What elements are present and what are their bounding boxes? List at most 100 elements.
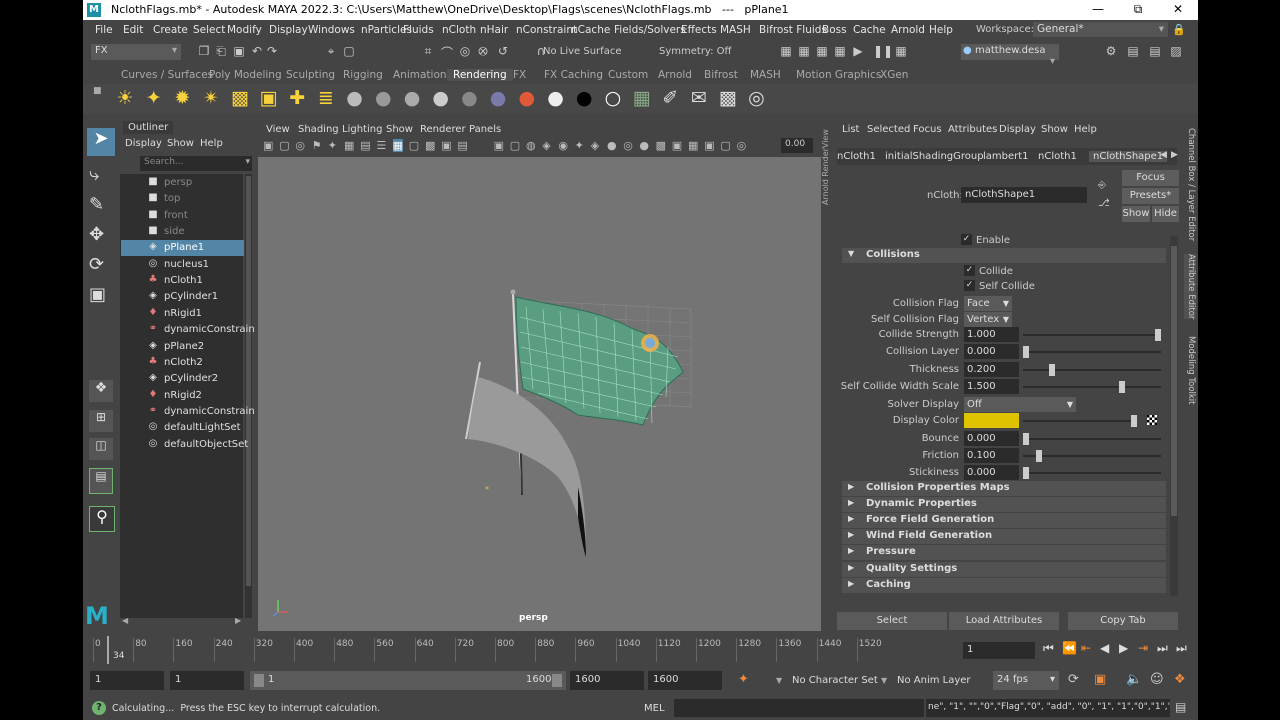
xray-joints-icon[interactable]: ▣ bbox=[704, 139, 714, 152]
focus-button[interactable]: Focus bbox=[1122, 170, 1179, 186]
tab-prev-icon[interactable]: ◀ bbox=[1160, 150, 1167, 160]
shelf-tab-bifrost[interactable]: Bifrost bbox=[704, 69, 738, 81]
mel-label[interactable]: MEL bbox=[644, 703, 665, 714]
outliner-item-nrigid1[interactable]: ♦ nRigid1 bbox=[121, 306, 244, 322]
shelf-tab-xgen[interactable]: XGen bbox=[880, 69, 908, 81]
symmetry-label[interactable]: Symmetry: Off bbox=[659, 46, 731, 57]
menu-display[interactable]: Display bbox=[269, 24, 308, 36]
camera-select-icon[interactable]: ▣ bbox=[263, 139, 273, 152]
enable-checkbox[interactable]: ✓ bbox=[961, 234, 972, 245]
snap-grid-icon[interactable]: ⌗ bbox=[420, 44, 436, 64]
outliner-menu-display[interactable]: Display bbox=[125, 138, 162, 149]
show-button[interactable]: Show bbox=[1122, 206, 1150, 222]
collide-strength-slider-knob[interactable] bbox=[1155, 329, 1161, 341]
display-color-slider-knob[interactable] bbox=[1131, 415, 1137, 427]
render-settings-icon[interactable]: ▦ bbox=[814, 44, 830, 64]
ae-menu-show[interactable]: Show bbox=[1041, 124, 1068, 135]
exposure-icon[interactable]: ◎ bbox=[737, 139, 747, 152]
shelf-tab-fx[interactable]: FX bbox=[513, 69, 526, 81]
outliner-item-ncloth1[interactable]: ♣ nCloth1 bbox=[121, 273, 244, 289]
arnold-render-icon[interactable]: ▶ bbox=[850, 44, 866, 64]
ae-tab-nclothshape1[interactable]: nClothShape1 bbox=[1089, 151, 1168, 162]
shelf-options-icon[interactable]: ■ bbox=[93, 86, 113, 106]
menu-ncloth[interactable]: nCloth bbox=[442, 24, 476, 36]
shelf-tab-poly-modeling[interactable]: Poly Modeling bbox=[209, 69, 282, 81]
current-time-marker[interactable] bbox=[107, 636, 109, 664]
film-gate-icon[interactable]: ☰ bbox=[376, 139, 386, 152]
move-tool-icon[interactable]: ✥ bbox=[89, 224, 104, 245]
command-input[interactable] bbox=[674, 699, 924, 717]
anisotropic-icon[interactable]: ● bbox=[459, 87, 479, 109]
textured-icon[interactable]: ✦ bbox=[575, 139, 584, 152]
shelf-tab-animation[interactable]: Animation bbox=[393, 69, 447, 81]
viewport-3d[interactable]: * persp bbox=[258, 157, 821, 631]
2d-pan-icon[interactable]: ✦ bbox=[328, 139, 337, 152]
outliner-item-pcylinder2[interactable]: ◈ pCylinder2 bbox=[121, 371, 244, 387]
thickness-slider-knob[interactable] bbox=[1049, 364, 1055, 376]
cache-icon[interactable]: ▣ bbox=[1094, 672, 1106, 687]
auto-key-icon[interactable]: ✦ bbox=[738, 672, 749, 687]
render-layer-icon[interactable]: ≣ bbox=[316, 87, 336, 109]
shelf-tab-fx-caching[interactable]: FX Caching bbox=[544, 69, 603, 81]
paint-tool-icon[interactable]: ✎ bbox=[89, 194, 104, 215]
viewport-exposure-field[interactable]: 0.00 bbox=[781, 138, 813, 153]
shelf-tab-arnold[interactable]: Arnold bbox=[658, 69, 692, 81]
section-pressure[interactable]: ▶ Pressure bbox=[842, 545, 1166, 561]
self-collide-width-scale-slider-knob[interactable] bbox=[1119, 381, 1125, 393]
ae-copy-tab-button[interactable]: Copy Tab bbox=[1068, 612, 1178, 630]
render-view-icon[interactable]: ✐ bbox=[660, 87, 680, 109]
default-material-icon[interactable]: ◉ bbox=[558, 139, 568, 152]
bookmark-icon[interactable]: ◎ bbox=[295, 139, 305, 152]
undo-icon[interactable]: ↶ bbox=[249, 44, 265, 64]
outliner-menu-help[interactable]: Help bbox=[200, 138, 223, 149]
menu-nconstraint[interactable]: nConstraint bbox=[516, 24, 577, 36]
viewport-menu-lighting[interactable]: Lighting bbox=[342, 124, 382, 135]
help-icon[interactable]: ? bbox=[92, 701, 106, 715]
point-light-icon[interactable]: ✹ bbox=[172, 87, 192, 109]
shelf-tab-sculpting[interactable]: Sculpting bbox=[286, 69, 335, 81]
outliner-menu-show[interactable]: Show bbox=[167, 138, 194, 149]
ae-menu-selected[interactable]: Selected bbox=[867, 124, 910, 135]
outliner-item-side[interactable]: ■ side bbox=[121, 224, 244, 240]
ae-tab-initialshadinggroup[interactable]: initialShadingGroup bbox=[885, 151, 984, 162]
ae-scrollbar[interactable] bbox=[1170, 236, 1178, 596]
section-force-field-generation[interactable]: ▶ Force Field Generation bbox=[842, 513, 1166, 529]
bounce-slider[interactable] bbox=[1023, 433, 1161, 445]
safe-title-icon[interactable]: ▤ bbox=[457, 139, 467, 152]
search-icon[interactable]: ⚲ bbox=[89, 506, 115, 532]
menu-cache[interactable]: Cache bbox=[853, 24, 886, 36]
collide-strength-slider[interactable] bbox=[1023, 329, 1161, 341]
gate-mask-icon[interactable]: ▢ bbox=[409, 139, 419, 152]
select-object-icon[interactable]: ▢ bbox=[341, 44, 357, 64]
layout-four-icon[interactable]: ⊞ bbox=[89, 410, 113, 432]
menu-nhair[interactable]: nHair bbox=[480, 24, 508, 36]
outliner-item-defaultlightset[interactable]: ◎ defaultLightSet bbox=[121, 420, 244, 436]
toolbox-icon[interactable]: ⚙ bbox=[1103, 44, 1119, 64]
output-conn-icon[interactable]: ⎇ bbox=[1098, 198, 1110, 209]
outliner-item-nucleus1[interactable]: ◎ nucleus1 bbox=[121, 257, 244, 273]
ramp-shader-icon[interactable]: ● bbox=[517, 87, 537, 109]
directional-light-icon[interactable]: ✦ bbox=[144, 87, 164, 109]
ae-menu-help[interactable]: Help bbox=[1074, 124, 1097, 135]
section-wind-field-generation[interactable]: ▶ Wind Field Generation bbox=[842, 529, 1166, 545]
shelf-tab-rigging[interactable]: Rigging bbox=[343, 69, 383, 81]
shelf-tab-curves-surfaces[interactable]: Curves / Surfaces bbox=[121, 69, 213, 81]
live-surface-label[interactable]: No Live Surface bbox=[543, 46, 621, 57]
step-forward-key-icon[interactable]: ⏭ bbox=[1157, 641, 1168, 656]
thickness-field[interactable]: 0.200 bbox=[964, 362, 1019, 377]
render-ipr-icon[interactable]: ▦ bbox=[796, 44, 812, 64]
collide-strength-field[interactable]: 1.000 bbox=[964, 327, 1019, 342]
lights-icon[interactable]: ◈ bbox=[591, 139, 599, 152]
lasso-tool-icon[interactable]: ⤷ bbox=[89, 164, 99, 185]
ipr-icon[interactable]: ▩ bbox=[718, 87, 738, 109]
open-scene-icon[interactable]: ⎗ bbox=[213, 44, 229, 64]
side-tab-attribute-editor[interactable]: Attribute Editor bbox=[1184, 254, 1196, 320]
menu-boss[interactable]: Boss bbox=[822, 24, 847, 36]
grease-pencil-icon[interactable]: ▦ bbox=[344, 139, 354, 152]
go-start-icon[interactable]: ⏮ bbox=[1043, 641, 1054, 656]
camera-shelf-icon[interactable]: ✚ bbox=[287, 87, 307, 109]
viewport-menu-show[interactable]: Show bbox=[386, 124, 413, 135]
input-conn-icon[interactable]: ⎆ bbox=[1098, 180, 1106, 191]
arnold-renderview-tab[interactable]: Arnold RenderView bbox=[821, 125, 835, 205]
user-dropdown[interactable]: ● matthew.desa ▾ bbox=[961, 44, 1059, 67]
